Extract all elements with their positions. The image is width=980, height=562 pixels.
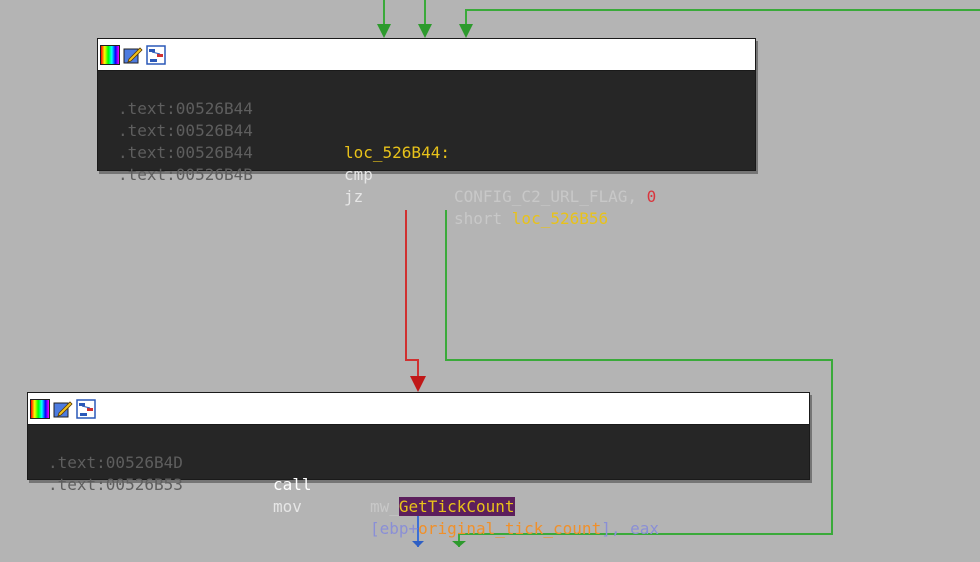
operand-short: short	[454, 209, 512, 228]
operand-open: [ebp+	[370, 519, 419, 538]
incoming-edge-green-1	[377, 0, 391, 38]
color-palette-icon[interactable]	[100, 44, 120, 65]
code-block-loc-526b44[interactable]: .text:00526B44 .text:00526B44 loc_526B44…	[97, 38, 756, 228]
asm-line[interactable]: .text:00526B44	[98, 76, 755, 118]
mnemonic: jz	[344, 187, 364, 206]
operand-function-highlighted[interactable]: GetTickCount	[398, 497, 515, 516]
operand-prefix: mw_	[370, 497, 399, 516]
asm-line[interactable]: .text:00526B4D call mw_GetTickCount	[28, 430, 809, 516]
operands: CONFIG_C2_URL_FLAG, 0	[454, 186, 656, 208]
operand-config-flag[interactable]: CONFIG_C2_URL_FLAG,	[454, 187, 647, 206]
asm-line[interactable]: .text:00526B44 cmp CONFIG_C2_URL_FLAG, 0	[98, 120, 755, 206]
operand-jump-target[interactable]: loc_526B56	[512, 209, 608, 228]
color-palette-icon[interactable]	[30, 398, 50, 419]
edge-false-branch	[405, 210, 426, 392]
mnemonic: cmp	[344, 165, 373, 184]
block-body: .text:00526B4D call mw_GetTickCount .tex…	[28, 425, 809, 538]
graph-view-icon[interactable]	[146, 44, 166, 65]
edit-pencil-icon[interactable]	[53, 399, 73, 419]
mnemonic: call	[273, 475, 312, 494]
operands: short loc_526B56	[454, 208, 608, 230]
operand-register: eax	[630, 519, 660, 538]
block-header[interactable]	[98, 39, 755, 71]
operand-variable[interactable]: original_tick_count	[418, 519, 601, 538]
mnemonic: mov	[273, 497, 302, 516]
operands: [ebp+original_tick_count], eax	[370, 518, 659, 540]
operand-close: ],	[601, 519, 631, 538]
graph-view-icon[interactable]	[76, 398, 96, 419]
asm-line[interactable]: .text:00526B44 loc_526B44:	[98, 98, 755, 162]
code-block-526b4d[interactable]: .text:00526B4D call mw_GetTickCount .tex…	[27, 392, 810, 538]
address: .text:00526B53	[48, 475, 183, 494]
address: .text:00526B4B	[118, 165, 253, 184]
operand-immediate: 0	[646, 187, 657, 206]
asm-line[interactable]: .text:00526B4B jz short loc_526B56	[98, 142, 755, 228]
edit-pencil-icon[interactable]	[123, 45, 143, 65]
block-header[interactable]	[28, 393, 809, 425]
operands: mw_GetTickCount	[370, 496, 515, 518]
block-body: .text:00526B44 .text:00526B44 loc_526B44…	[98, 71, 755, 228]
incoming-edge-green-3	[459, 9, 980, 38]
asm-line[interactable]: .text:00526B53 mov [ebp+original_tick_co…	[28, 452, 809, 538]
incoming-edge-green-2	[418, 0, 432, 38]
